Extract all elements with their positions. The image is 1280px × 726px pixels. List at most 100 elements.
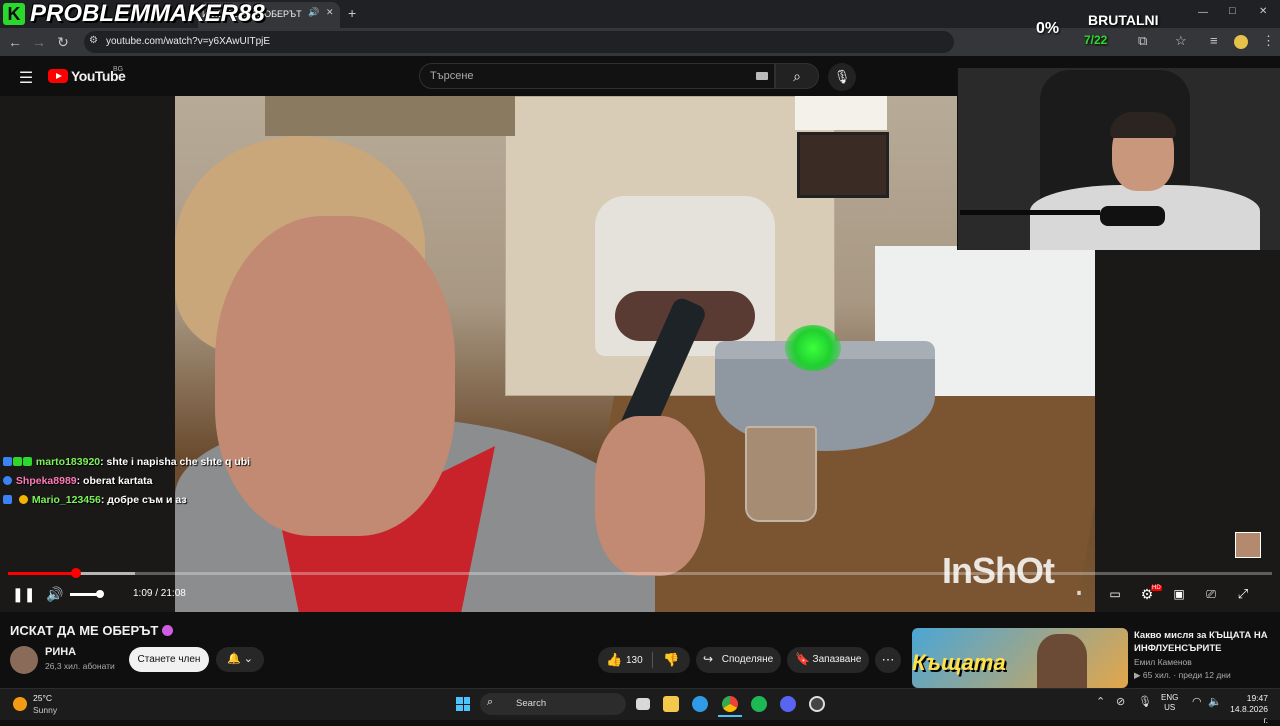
tab-audio-icon[interactable]: 🔊 (308, 7, 319, 18)
notifications-button[interactable]: 🔔 ⌄ (216, 647, 264, 672)
discord-icon[interactable] (780, 696, 796, 712)
microphone-tray-icon[interactable]: 🎙 (1138, 695, 1152, 708)
channel-avatar[interactable] (10, 646, 38, 674)
bookmark-icon: 🔖 (795, 652, 810, 666)
green-light-blur (785, 325, 841, 371)
voice-search-mic-icon[interactable]: 🎙 (828, 63, 856, 91)
chat-username[interactable]: Shpeka8989 (16, 475, 77, 487)
input-language[interactable]: ENG US (1161, 693, 1178, 713)
search-placeholder: Търсене (430, 70, 474, 82)
wifi-icon[interactable]: ◠ (1192, 695, 1202, 708)
cast-icon[interactable]: ⎚ (1202, 585, 1220, 603)
subscriber-count: 26,3 хил. абонати (45, 661, 115, 671)
search-input[interactable]: Търсене (419, 63, 775, 89)
miniplayer-icon[interactable]: ▣ (1170, 585, 1188, 603)
chat-message: Mario_123456: добре съм и аз (3, 494, 187, 506)
kitchen-shelf (265, 96, 515, 136)
person-face (215, 216, 455, 536)
progress-bar[interactable] (8, 572, 1272, 575)
system-clock[interactable]: 19:47 14.8.2026 г. (1226, 693, 1268, 726)
taskbar-search-label: Search (516, 698, 547, 709)
weather-condition[interactable]: Sunny (33, 705, 57, 715)
recommended-video-thumbnail[interactable]: Къщата (912, 628, 1128, 688)
like-count[interactable]: 130 (626, 655, 643, 666)
active-app-indicator (718, 715, 742, 717)
channel-name[interactable]: РИНА (45, 646, 76, 658)
search-button[interactable]: ⌕ (775, 63, 819, 89)
chat-message: Shpeka8989: oberat kartata (3, 475, 153, 487)
file-explorer-icon[interactable] (663, 696, 679, 712)
chat-username[interactable]: Mario_123456 (32, 494, 101, 506)
forward-arrow-icon[interactable]: → (30, 33, 48, 51)
share-label: Споделяне (721, 654, 774, 665)
recommended-video-title[interactable]: Какво мисля за КЪЩАТА НА ИНФЛУЕНСЪРИТЕ (1134, 629, 1274, 655)
language-code: ENG (1161, 693, 1179, 702)
dislike-thumb-icon[interactable]: 👎 (663, 652, 679, 668)
network-icon[interactable]: ⊘ (1116, 695, 1125, 708)
chevron-down-icon: ⌄ (243, 653, 253, 665)
video-title: ИСКАТ ДА МЕ ОБЕРЪТ (10, 623, 174, 638)
app-icon[interactable] (809, 696, 825, 712)
autoplay-toggle-icon[interactable]: ⏸ (1071, 585, 1087, 603)
hamburger-menu-icon[interactable]: ☰ (16, 68, 36, 88)
window-minimize-button[interactable]: — (1198, 7, 1208, 18)
inshot-watermark: InShOt (942, 550, 1055, 591)
join-button[interactable]: Станете член (129, 647, 209, 672)
youtube-logo-icon[interactable] (48, 69, 68, 83)
speaker-icon[interactable]: 🔈 (1208, 695, 1222, 708)
show-hidden-icons-icon[interactable]: ⌃ (1096, 695, 1105, 708)
channel-watermark-thumbnail[interactable] (1235, 532, 1261, 558)
streamer-name: PROBLEMMAKER88 (30, 0, 265, 27)
coffee-glass (745, 426, 817, 522)
reading-list-icon[interactable]: ≡ (1210, 33, 1218, 48)
video-title-text: ИСКАТ ДА МЕ ОБЕРЪТ (10, 623, 159, 638)
extensions-icon[interactable]: ⧉ (1138, 33, 1147, 49)
keyboard-icon[interactable] (756, 72, 768, 80)
profile-avatar[interactable] (1234, 35, 1248, 49)
chat-badge-icon (3, 495, 12, 504)
window-maximize-button[interactable]: □ (1229, 5, 1236, 17)
chrome-browser-icon[interactable] (722, 696, 738, 712)
spotify-icon[interactable] (751, 696, 767, 712)
share-arrow-icon: ↪ (703, 652, 714, 666)
chat-username[interactable]: marto183920 (36, 456, 100, 468)
hand (595, 416, 705, 576)
url-text: youtube.com/watch?v=y6XAwUITpjE (106, 36, 271, 47)
url-field[interactable]: youtube.com/watch?v=y6XAwUITpjE (84, 31, 954, 53)
reload-icon[interactable]: ↻ (54, 33, 72, 51)
progress-scrubber[interactable] (71, 568, 81, 578)
chat-badge-icon (3, 457, 12, 466)
window-close-button[interactable]: ✕ (1259, 6, 1267, 17)
volume-icon[interactable]: 🔊 (46, 585, 64, 603)
tab-close-icon[interactable]: ✕ (326, 7, 334, 18)
new-tab-button[interactable]: + (348, 5, 356, 21)
subtitles-icon[interactable]: ▭ (1106, 585, 1124, 603)
more-actions-button[interactable]: ⋯ (875, 647, 901, 673)
pause-icon[interactable]: ❚❚ (12, 585, 35, 603)
thumbnail-text: Къщата (912, 650, 1006, 675)
overlay-percent: 0% (1036, 20, 1060, 37)
like-thumb-icon[interactable]: 👍 (606, 652, 622, 668)
browser-menu-icon[interactable]: ⋮ (1262, 33, 1275, 49)
clock-date: 14.8.2026 г. (1230, 704, 1268, 725)
streamer-hair (1110, 112, 1176, 138)
volume-knob[interactable] (96, 590, 104, 598)
back-arrow-icon[interactable]: ← (6, 33, 24, 51)
weather-temperature[interactable]: 25°C (33, 693, 52, 703)
taskbar-search-box[interactable]: Search (480, 693, 626, 715)
recommended-channel-name[interactable]: Емил Каменов (1134, 657, 1192, 667)
windows-start-icon[interactable] (456, 697, 470, 711)
overlay-challenge-label: BRUTALNI (1088, 12, 1159, 28)
thumbnail-person (1037, 634, 1087, 688)
site-info-icon[interactable]: ⚙ (89, 35, 98, 46)
recommended-video-meta: ▶ 65 хил. · преди 12 дни (1134, 670, 1231, 680)
chat-badge-icon (19, 495, 28, 504)
like-divider (652, 652, 653, 668)
task-view-icon[interactable] (636, 698, 650, 710)
sun-weather-icon[interactable] (13, 697, 27, 711)
keyboard-layout: US (1164, 703, 1176, 712)
edge-browser-icon[interactable] (692, 696, 708, 712)
bookmark-star-icon[interactable]: ☆ (1175, 33, 1187, 49)
taskbar-search-icon: ⌕ (487, 696, 494, 708)
fullscreen-icon[interactable]: ⤢ (1234, 585, 1252, 603)
